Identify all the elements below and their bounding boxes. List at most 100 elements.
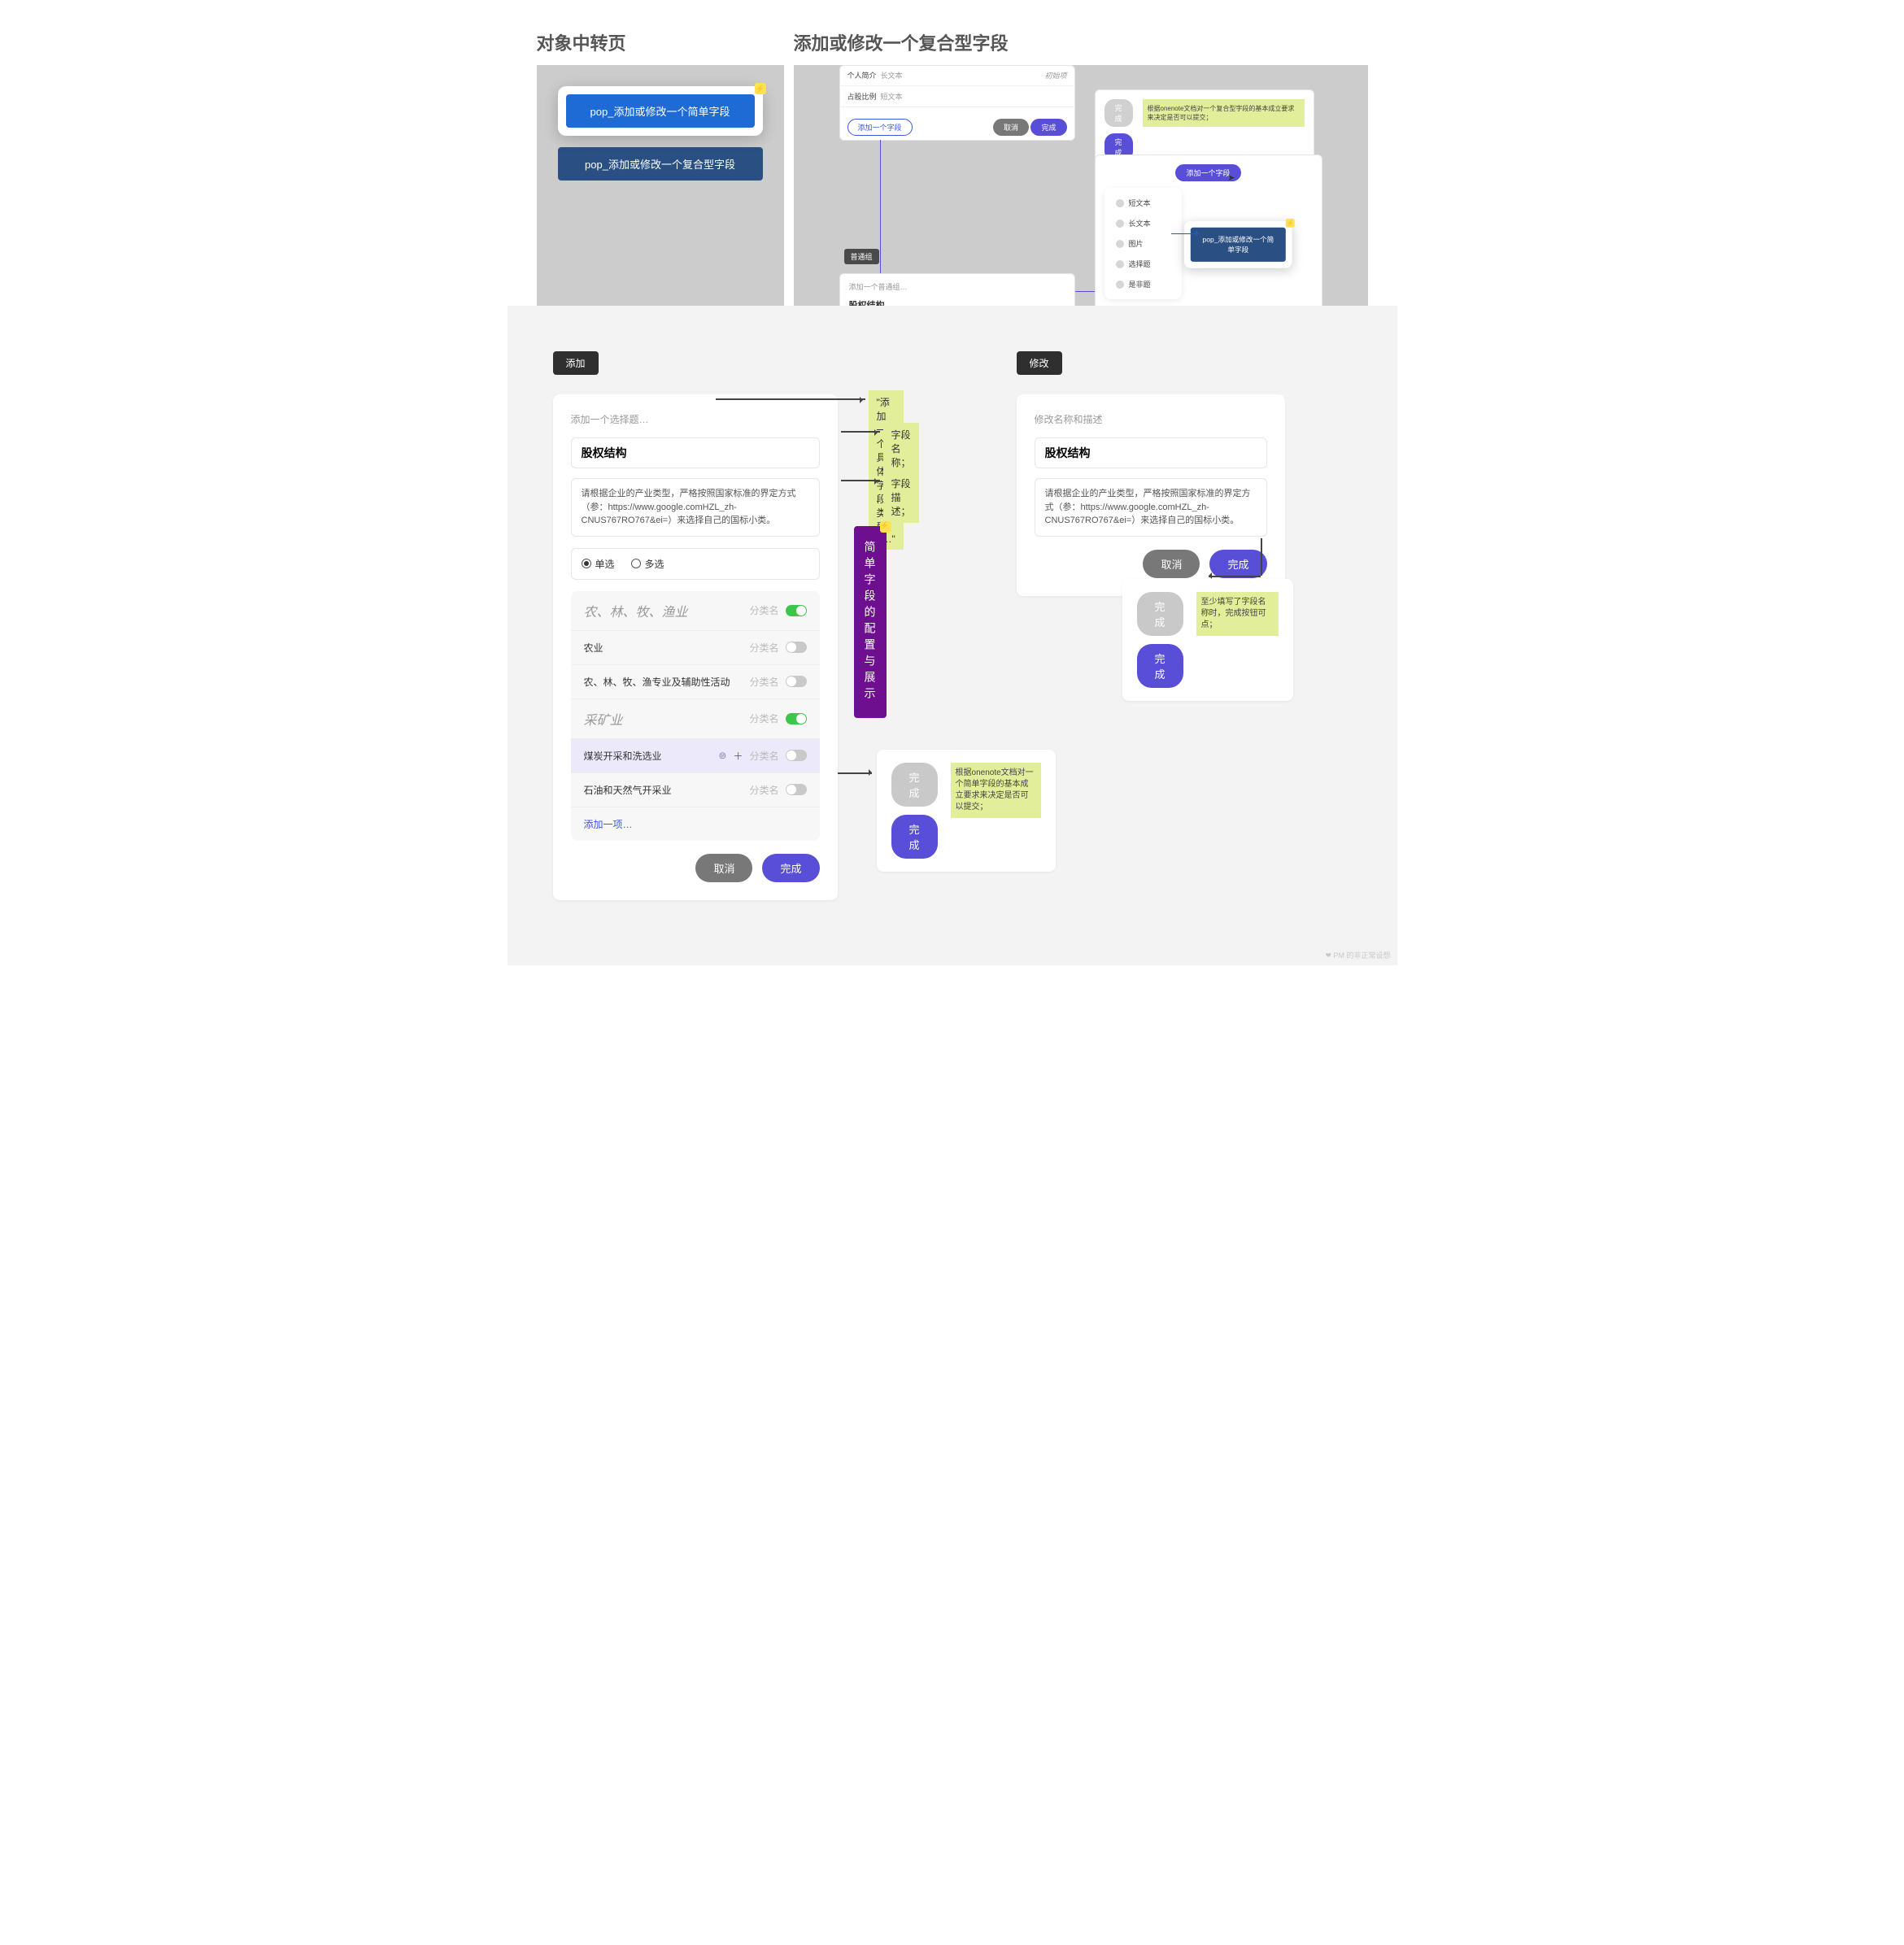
- flow-state-card-right: 完成 完成 至少填写了字段名称时，完成按钮可点；: [1122, 579, 1293, 701]
- add-item-link[interactable]: 添加一项…: [571, 807, 820, 841]
- mini-done-disabled: 完成: [1104, 99, 1133, 127]
- toggle-off[interactable]: [786, 676, 807, 687]
- flow-note: 至少填写了字段名称时，完成按钮可点；: [1196, 592, 1279, 636]
- toggle-on[interactable]: [786, 713, 807, 724]
- radio-off-icon: [631, 559, 641, 568]
- lightning-icon: [755, 83, 766, 94]
- toggle-off[interactable]: [786, 784, 807, 795]
- section-title-left: 对象中转页: [537, 29, 784, 55]
- menu-item[interactable]: 长文本: [1109, 213, 1177, 233]
- pill-container-simple-small: pop_添加或修改一个简单字段: [1184, 221, 1292, 268]
- done-enabled-button[interactable]: 完成: [1137, 644, 1183, 688]
- mini-note: 根据onenote文档对一个复合型字段的基本成立要求来决定是否可以提交；: [1143, 99, 1305, 127]
- cursor-icon: ➤: [718, 751, 725, 761]
- tag-label: 分类名: [749, 783, 778, 797]
- flow-line-icon: [1261, 538, 1262, 576]
- done-disabled-button: 完成: [891, 763, 938, 807]
- mini-add-field-link[interactable]: 添加一个字段: [847, 119, 913, 136]
- pop-composite-field-button[interactable]: pop_添加或修改一个复合型字段: [558, 147, 763, 181]
- mini-group-box: 添加一个普通组… 股权结构: [839, 273, 1075, 306]
- mini-row-label: 占股比例: [847, 93, 877, 101]
- lightning-icon: [1285, 219, 1294, 228]
- add-form-card: 添加一个选择题… 请根据企业的产业类型，严格按照国家标准的界定方式（参：http…: [553, 394, 838, 900]
- toggle-on[interactable]: [786, 605, 807, 616]
- list-item: 石油和天然气开采业: [584, 783, 672, 797]
- mini-form: 个人简介 长文本初始项 占股比例 短文本 添加一个字段 取消 完成: [839, 65, 1075, 141]
- mini-row-type: 短文本: [881, 93, 903, 101]
- arrow-left-icon: [1205, 572, 1212, 579]
- mini-done-button[interactable]: 完成: [1030, 119, 1066, 136]
- flow-line-icon: [1171, 233, 1197, 234]
- mod-done-button[interactable]: 完成: [1209, 550, 1266, 578]
- toggle-off[interactable]: [786, 642, 807, 653]
- menu-item[interactable]: 选择题: [1109, 254, 1177, 274]
- arrow-icon: [841, 480, 880, 481]
- dot-icon: [1116, 260, 1124, 268]
- radio-row: 单选 多选: [571, 548, 820, 580]
- tag-label: 分类名: [749, 641, 778, 655]
- dot-icon: [1116, 220, 1124, 228]
- radio-single[interactable]: 单选: [582, 557, 615, 571]
- list-item: 煤炭开采和洗选业: [584, 749, 662, 763]
- toggle-off[interactable]: [786, 750, 807, 761]
- right-composite-panel: 个人简介 长文本 初始项 占股比例 短文本 添加一个字段 取消 完成: [794, 65, 1368, 306]
- done-button[interactable]: 完成: [762, 854, 819, 882]
- mini-row-badge: 初始项: [1044, 70, 1066, 80]
- radio-multi[interactable]: 多选: [631, 557, 664, 571]
- footer-watermark: ❤ PM 的非正常设想: [1325, 950, 1390, 960]
- list-item: 农业: [584, 641, 603, 655]
- list-item: 农、林、牧、渔专业及辅助性活动: [584, 675, 730, 689]
- mod-form-card: 修改名称和描述 请根据企业的产业类型，严格按照国家标准的界定方式（参：https…: [1017, 394, 1285, 596]
- done-enabled-button[interactable]: 完成: [891, 815, 938, 859]
- group-tag: 普通组: [844, 249, 879, 264]
- mod-cancel-button[interactable]: 取消: [1143, 550, 1200, 578]
- menu-item-label: 选择题: [1129, 259, 1151, 269]
- menu-item[interactable]: 是非题: [1109, 274, 1177, 294]
- arrow-right-icon: [1196, 230, 1202, 237]
- options-list: 农、林、牧、渔业分类名 农业分类名 农、林、牧、渔专业及辅助性活动分类名 采矿业…: [571, 591, 820, 841]
- section-title-right: 添加或修改一个复合型字段: [794, 29, 1368, 55]
- arrow-icon: [841, 431, 880, 433]
- radio-label: 多选: [645, 557, 664, 571]
- menu-item[interactable]: 图片: [1109, 233, 1177, 254]
- vbar-text: 简单字段的配置与展示: [864, 541, 877, 703]
- mini-group-name: 股权结构: [849, 298, 1065, 306]
- field-type-menu: 短文本 长文本 图片 选择题 是非题: [1104, 188, 1182, 299]
- menu-item-label: 图片: [1129, 238, 1144, 249]
- radio-label: 单选: [595, 557, 615, 571]
- arrow-right-icon: [869, 769, 875, 776]
- flow-line-icon: [1209, 576, 1261, 577]
- dot-icon: [1116, 199, 1124, 207]
- plus-icon[interactable]: ＋: [733, 749, 743, 763]
- main-light-panel: 添加 添加一个选择题… 请根据企业的产业类型，严格按照国家标准的界定方式（参：h…: [508, 306, 1397, 965]
- mini-row-label: 个人简介: [847, 72, 877, 80]
- field-desc-textarea[interactable]: 请根据企业的产业类型，严格按照国家标准的界定方式（参：https://www.g…: [571, 478, 820, 537]
- mod-field-desc-textarea[interactable]: 请根据企业的产业类型，严格按照国家标准的界定方式（参：https://www.g…: [1035, 478, 1267, 537]
- menu-item-label: 是非题: [1129, 279, 1151, 289]
- add-chip: 添加: [553, 351, 599, 375]
- pop-simple-field-button-small[interactable]: pop_添加或修改一个简单字段: [1190, 228, 1285, 262]
- field-name-input[interactable]: [571, 437, 820, 468]
- menu-item[interactable]: 短文本: [1109, 193, 1177, 213]
- arrow-icon: [716, 398, 865, 400]
- flow-line-icon: [838, 772, 872, 774]
- mod-field-name-input[interactable]: [1035, 437, 1267, 468]
- cancel-button[interactable]: 取消: [695, 854, 752, 882]
- annotation: 字段名称；: [883, 423, 919, 474]
- pop-simple-field-button[interactable]: pop_添加或修改一个简单字段: [566, 94, 755, 128]
- mini-group-header: 添加一个普通组…: [849, 281, 1065, 292]
- flow-line-icon: [880, 140, 881, 291]
- cursor-icon: ➤: [1227, 172, 1235, 183]
- dot-icon: [1116, 240, 1124, 248]
- annotation: 字段描述；: [883, 472, 919, 523]
- mod-form-header: 修改名称和描述: [1035, 412, 1267, 426]
- purple-vertical-label: 简单字段的配置与展示: [854, 526, 887, 718]
- done-disabled-button: 完成: [1137, 592, 1183, 636]
- tag-label: 分类名: [749, 711, 778, 725]
- tag-label: 分类名: [749, 749, 778, 763]
- lightning-icon: [880, 521, 891, 533]
- mini-cancel-button[interactable]: 取消: [993, 119, 1029, 136]
- add-form-header: 添加一个选择题…: [571, 412, 820, 426]
- mod-chip: 修改: [1017, 351, 1062, 375]
- tag-label: 分类名: [749, 603, 778, 617]
